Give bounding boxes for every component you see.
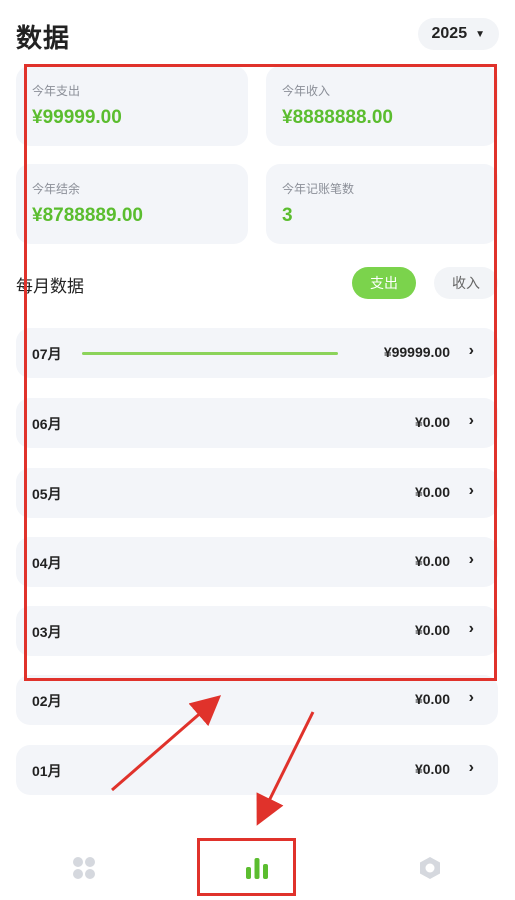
grid-icon <box>73 857 95 879</box>
tab-settings[interactable] <box>410 848 450 888</box>
bar-chart-icon <box>246 858 268 879</box>
annotation-arrow <box>256 711 315 826</box>
tab-statistics[interactable] <box>237 848 277 888</box>
tab-home[interactable] <box>64 848 104 888</box>
settings-hexagon-icon <box>420 857 440 879</box>
bottom-tab-bar <box>0 838 515 900</box>
annotation-arrow <box>111 695 222 792</box>
annotation-arrows <box>111 695 315 826</box>
